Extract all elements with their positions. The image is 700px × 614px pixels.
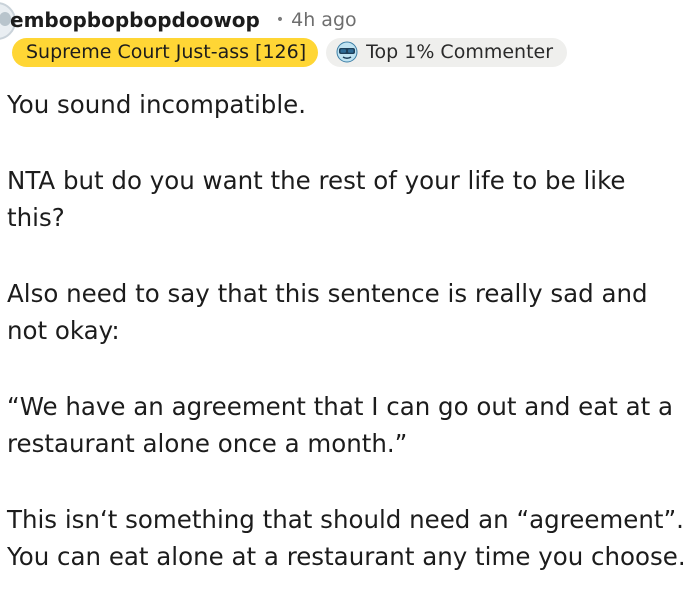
comment: embopbopbopdoowop • 4h ago Supreme Court… bbox=[0, 0, 700, 580]
flair-row: Supreme Court Just-ass [126] Top 1% Comm… bbox=[12, 38, 568, 67]
username-link[interactable]: embopbopbopdoowop bbox=[10, 8, 260, 32]
user-flair[interactable]: Supreme Court Just-ass [126] bbox=[12, 38, 319, 67]
comment-paragraph: This isn‘t something that should need an… bbox=[7, 504, 686, 572]
comment-header: embopbopbopdoowop • 4h ago bbox=[10, 5, 357, 35]
meta-separator: • bbox=[275, 12, 285, 28]
achievement-flair-label: Top 1% Commenter bbox=[366, 41, 554, 63]
sunglasses-badge-icon bbox=[336, 41, 358, 63]
comment-paragraph: You sound incompatible. bbox=[7, 90, 307, 119]
comment-paragraph: NTA but do you want the rest of your lif… bbox=[7, 165, 626, 233]
comment-paragraph: “We have an agreement that I can go out … bbox=[7, 391, 674, 459]
comment-paragraph: Also need to say that this sentence is r… bbox=[7, 278, 648, 346]
comment-body: You sound incompatible. NTA but do you w… bbox=[7, 86, 697, 614]
achievement-flair[interactable]: Top 1% Commenter bbox=[326, 38, 568, 67]
timestamp[interactable]: 4h ago bbox=[291, 9, 357, 31]
